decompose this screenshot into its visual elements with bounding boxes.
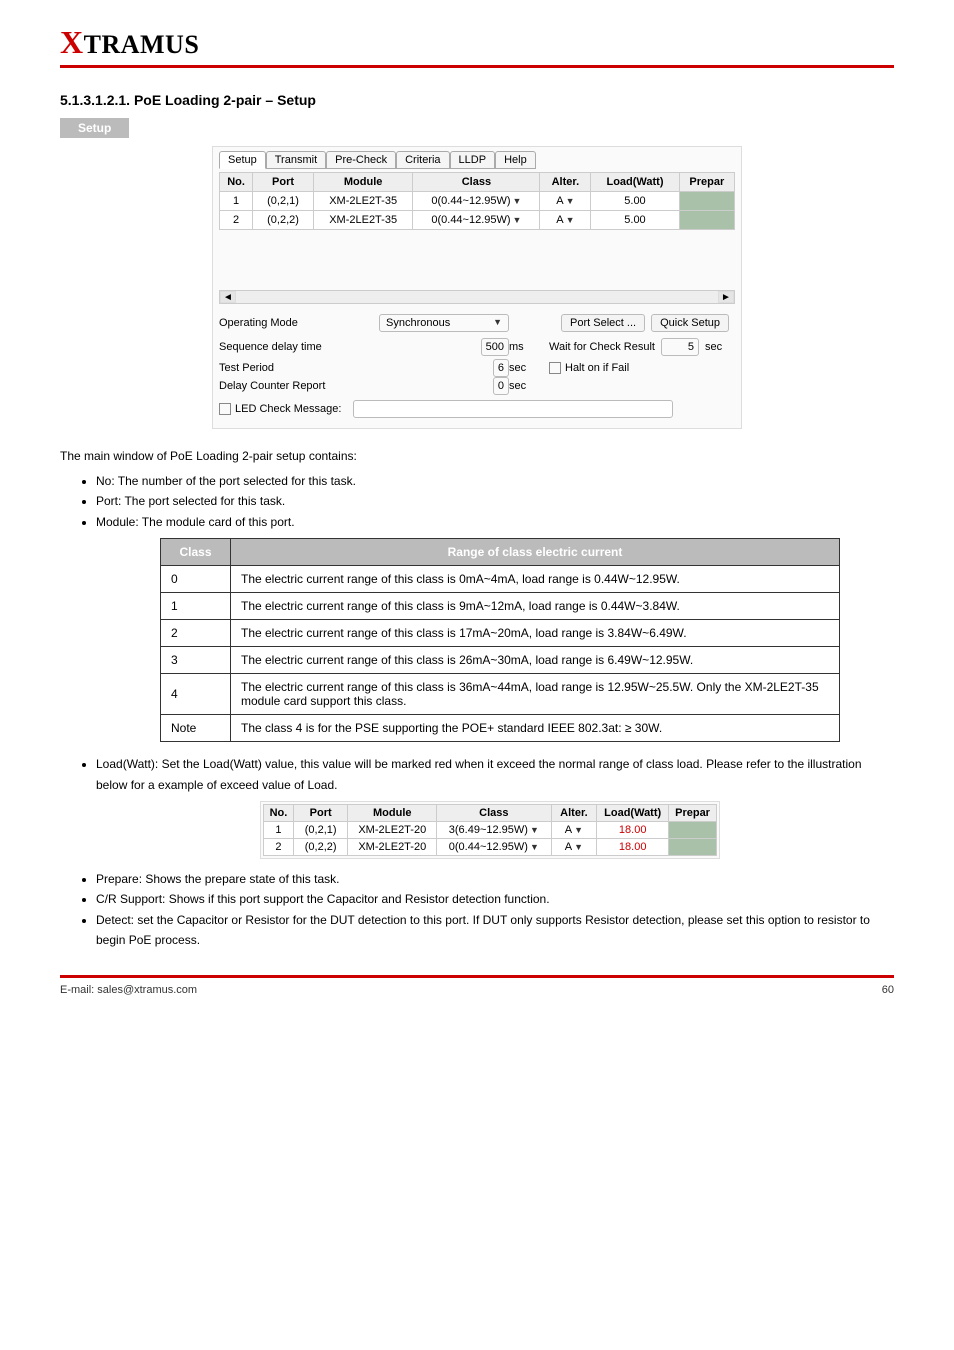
led-check-checkbox[interactable] bbox=[219, 403, 231, 415]
port-select-button[interactable]: Port Select ... bbox=[561, 314, 645, 332]
scroll-left-icon[interactable]: ◄ bbox=[220, 291, 236, 303]
list-item: No: The number of the port selected for … bbox=[96, 471, 894, 491]
class-range-table: Class Range of class electric current 0T… bbox=[160, 538, 840, 742]
tab-setup[interactable]: Setup bbox=[219, 151, 266, 169]
quick-setup-button[interactable]: Quick Setup bbox=[651, 314, 729, 332]
table-row: 1 (0,2,1) XM-2LE2T-35 0(0.44~12.95W)▼ A▼… bbox=[220, 192, 735, 211]
load-exceed-screenshot: No. Port Module Class Alter. Load(Watt) … bbox=[260, 801, 720, 859]
delay-counter-input[interactable]: 0 bbox=[493, 377, 509, 395]
chevron-down-icon: ▼ bbox=[530, 842, 539, 852]
operating-mode-select[interactable]: Synchronous▼ bbox=[379, 314, 509, 332]
class-dropdown[interactable]: 3(6.49~12.95W)▼ bbox=[437, 821, 552, 838]
operating-mode-label: Operating Mode bbox=[219, 317, 379, 329]
section-title: 5.1.3.1.2.1. PoE Loading 2-pair – Setup bbox=[60, 92, 894, 108]
list-item: Port: The port selected for this task. bbox=[96, 491, 894, 511]
page-number: 60 bbox=[882, 984, 894, 996]
table-row: 1 (0,2,1) XM-2LE2T-20 3(6.49~12.95W)▼ A▼… bbox=[264, 821, 717, 838]
tab-transmit[interactable]: Transmit bbox=[266, 151, 326, 169]
bullet-list-2: Prepare: Shows the prepare state of this… bbox=[96, 869, 894, 951]
prepare-cell bbox=[669, 821, 717, 838]
alter-dropdown[interactable]: A▼ bbox=[551, 838, 597, 855]
list-item: Module: The module card of this port. bbox=[96, 512, 894, 532]
alter-dropdown[interactable]: A▼ bbox=[540, 192, 591, 211]
test-period-input[interactable]: 6 bbox=[493, 359, 509, 377]
tab-lldp[interactable]: LLDP bbox=[450, 151, 496, 169]
class-dropdown[interactable]: 0(0.44~12.95W)▼ bbox=[413, 192, 540, 211]
prepare-cell bbox=[679, 211, 734, 230]
ports-table: No. Port Module Class Alter. Load(Watt) … bbox=[219, 172, 735, 230]
chevron-down-icon: ▼ bbox=[566, 196, 575, 206]
footer-email: E-mail: sales@xtramus.com bbox=[60, 984, 197, 996]
load-exceed-cell[interactable]: 18.00 bbox=[597, 821, 669, 838]
chevron-down-icon: ▼ bbox=[566, 215, 575, 225]
brand-x: X bbox=[60, 24, 84, 60]
delay-counter-label: Delay Counter Report bbox=[219, 380, 379, 392]
col-load: Load(Watt) bbox=[591, 173, 679, 192]
setup-badge: Setup bbox=[60, 118, 129, 138]
class-dropdown[interactable]: 0(0.44~12.95W)▼ bbox=[437, 838, 552, 855]
col-range: Range of class electric current bbox=[231, 539, 840, 566]
prepare-cell bbox=[669, 838, 717, 855]
chevron-down-icon: ▼ bbox=[574, 825, 583, 835]
bullet-list-load: Load(Watt): Set the Load(Watt) value, th… bbox=[96, 754, 894, 795]
bullet-list-1: No: The number of the port selected for … bbox=[96, 471, 894, 532]
brand-rest: TRAMUS bbox=[84, 30, 200, 59]
col-prepar: Prepar bbox=[679, 173, 734, 192]
chevron-down-icon: ▼ bbox=[513, 196, 522, 206]
horizontal-scrollbar[interactable]: ◄ ► bbox=[219, 290, 735, 304]
led-message-input[interactable] bbox=[353, 400, 673, 418]
test-period-label: Test Period bbox=[219, 362, 379, 374]
col-port: Port bbox=[253, 173, 314, 192]
chevron-down-icon: ▼ bbox=[513, 215, 522, 225]
setup-screenshot: Setup Transmit Pre-Check Criteria LLDP H… bbox=[212, 146, 742, 429]
halt-on-fail-label: Halt on if Fail bbox=[565, 362, 629, 374]
intro-paragraph: The main window of PoE Loading 2-pair se… bbox=[60, 447, 894, 465]
load-exceed-cell[interactable]: 18.00 bbox=[597, 838, 669, 855]
scroll-right-icon[interactable]: ► bbox=[718, 291, 734, 303]
alter-dropdown[interactable]: A▼ bbox=[540, 211, 591, 230]
chevron-down-icon: ▼ bbox=[574, 842, 583, 852]
header-bar: XTRAMUS bbox=[60, 18, 894, 68]
list-item: Detect: set the Capacitor or Resistor fo… bbox=[96, 910, 894, 951]
table-row: 2 (0,2,2) XM-2LE2T-20 0(0.44~12.95W)▼ A▼… bbox=[264, 838, 717, 855]
window-tabs: Setup Transmit Pre-Check Criteria LLDP H… bbox=[219, 151, 735, 169]
tab-criteria[interactable]: Criteria bbox=[396, 151, 449, 169]
chevron-down-icon: ▼ bbox=[530, 825, 539, 835]
col-no: No. bbox=[220, 173, 253, 192]
col-alter: Alter. bbox=[540, 173, 591, 192]
sequence-delay-input[interactable]: 500 bbox=[481, 338, 509, 356]
wait-check-input[interactable]: 5 bbox=[661, 338, 699, 356]
page-footer: E-mail: sales@xtramus.com 60 bbox=[60, 975, 894, 996]
chevron-down-icon: ▼ bbox=[493, 317, 502, 329]
prepare-cell bbox=[679, 192, 734, 211]
sequence-delay-label: Sequence delay time bbox=[219, 341, 379, 353]
led-check-label: LED Check Message: bbox=[235, 403, 341, 415]
class-dropdown[interactable]: 0(0.44~12.95W)▼ bbox=[413, 211, 540, 230]
col-class: Class bbox=[413, 173, 540, 192]
col-class: Class bbox=[161, 539, 231, 566]
brand-logo: XTRAMUS bbox=[60, 30, 199, 59]
tab-precheck[interactable]: Pre-Check bbox=[326, 151, 396, 169]
wait-check-label: Wait for Check Result bbox=[549, 341, 655, 353]
table-row: 2 (0,2,2) XM-2LE2T-35 0(0.44~12.95W)▼ A▼… bbox=[220, 211, 735, 230]
alter-dropdown[interactable]: A▼ bbox=[551, 821, 597, 838]
tab-help[interactable]: Help bbox=[495, 151, 536, 169]
list-item: Prepare: Shows the prepare state of this… bbox=[96, 869, 894, 889]
list-item: C/R Support: Shows if this port support … bbox=[96, 889, 894, 909]
list-item: Load(Watt): Set the Load(Watt) value, th… bbox=[96, 754, 894, 795]
halt-on-fail-checkbox[interactable] bbox=[549, 362, 561, 374]
col-module: Module bbox=[313, 173, 412, 192]
